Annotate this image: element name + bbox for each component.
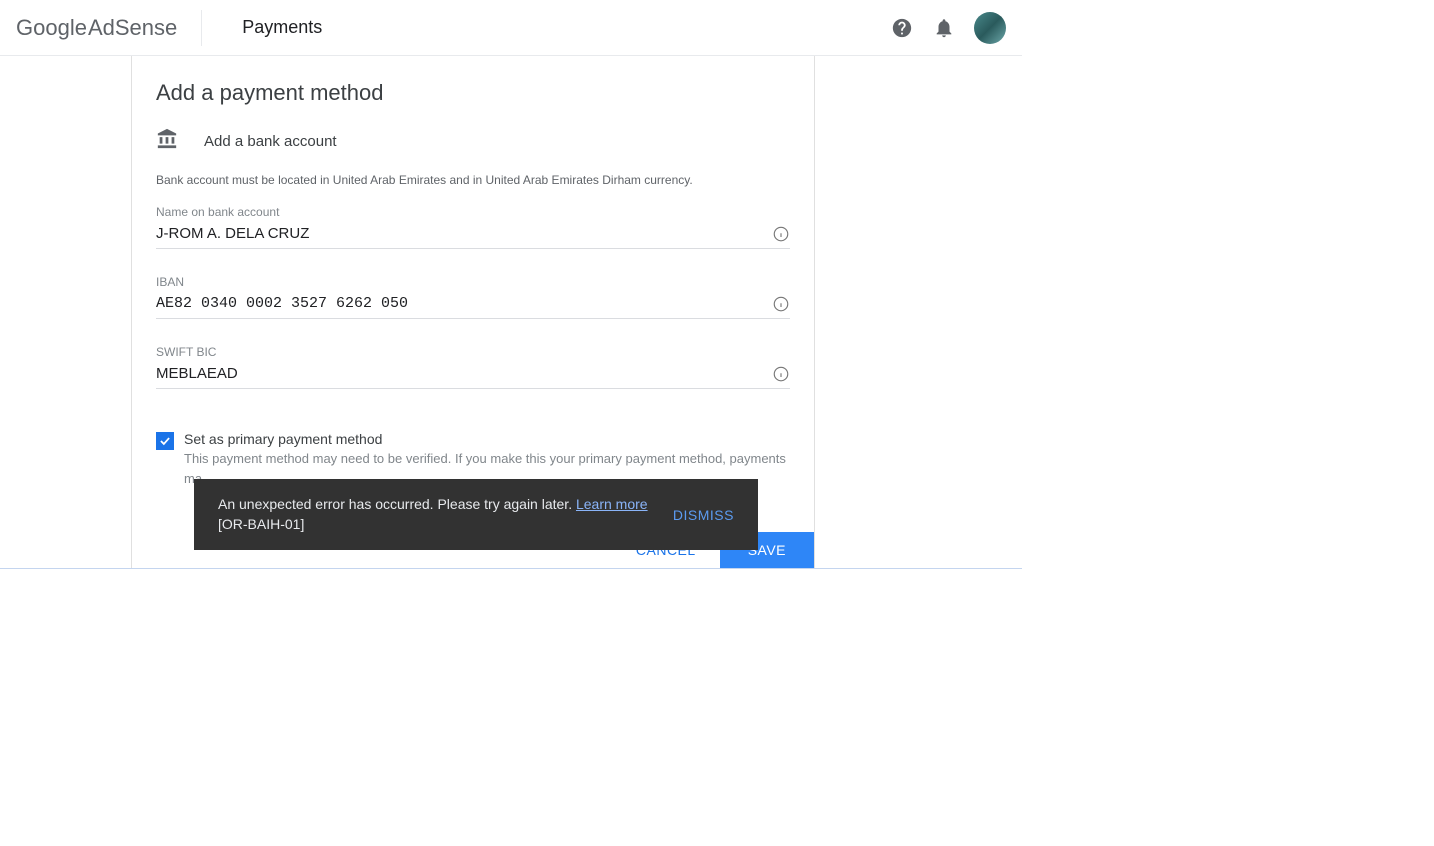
logo-google: Google [16, 15, 87, 41]
header: Google AdSense Payments [0, 0, 1022, 56]
swift-label: SWIFT BIC [156, 345, 790, 359]
primary-checkbox[interactable] [156, 432, 174, 450]
card-title: Add a payment method [156, 80, 790, 106]
help-icon[interactable] [890, 16, 914, 40]
notice-text: Bank account must be located in United A… [156, 173, 790, 187]
info-icon[interactable] [772, 365, 790, 383]
page-title: Payments [242, 17, 322, 38]
iban-label: IBAN [156, 275, 790, 289]
info-icon[interactable] [772, 295, 790, 313]
toast-learn-more-link[interactable]: Learn more [576, 496, 648, 512]
avatar[interactable] [974, 12, 1006, 44]
iban-field: IBAN [156, 275, 790, 319]
name-field: Name on bank account [156, 205, 790, 249]
swift-field: SWIFT BIC [156, 345, 790, 389]
toast-error-code: [OR-BAIH-01] [218, 515, 649, 535]
checkbox-label: Set as primary payment method [184, 431, 790, 447]
toast-message: An unexpected error has occurred. Please… [218, 495, 649, 534]
bank-icon [156, 128, 178, 155]
swift-input[interactable] [156, 363, 764, 384]
error-toast: An unexpected error has occurred. Please… [194, 479, 758, 550]
name-label: Name on bank account [156, 205, 790, 219]
header-right [890, 12, 1006, 44]
logo-adsense: AdSense [88, 15, 177, 41]
subsection: Add a bank account [156, 128, 790, 155]
iban-input[interactable] [156, 293, 764, 314]
notifications-icon[interactable] [932, 16, 956, 40]
name-input[interactable] [156, 223, 764, 244]
divider [0, 568, 1022, 569]
logo[interactable]: Google AdSense [16, 10, 202, 46]
info-icon[interactable] [772, 225, 790, 243]
subsection-title: Add a bank account [204, 133, 337, 150]
dismiss-button[interactable]: Dismiss [673, 507, 734, 523]
toast-text: An unexpected error has occurred. Please… [218, 496, 576, 512]
